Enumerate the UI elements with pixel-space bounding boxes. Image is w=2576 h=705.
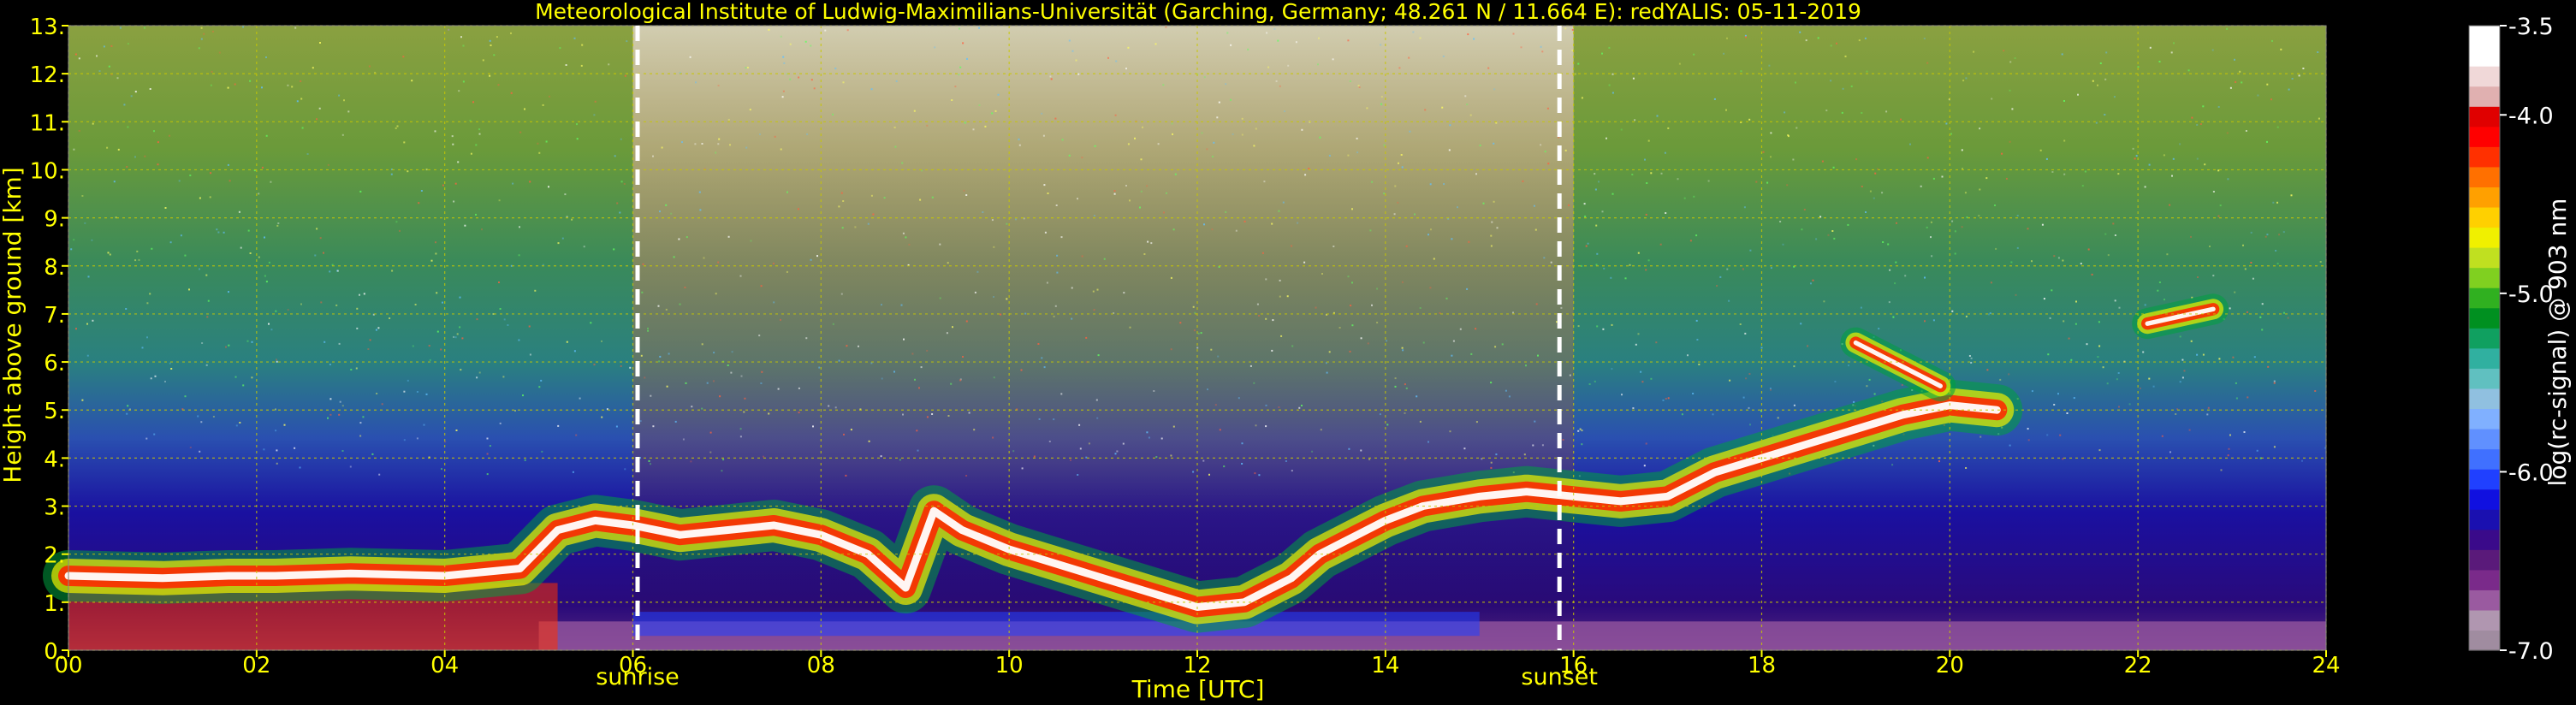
y-tick-label: 4. bbox=[44, 447, 65, 472]
y-tick-label: 10. bbox=[30, 158, 65, 184]
colorbar-segment bbox=[2469, 126, 2500, 147]
x-tick-label: 14 bbox=[1371, 653, 1399, 678]
colorbar-segment bbox=[2469, 549, 2500, 571]
colorbar-segment bbox=[2469, 106, 2500, 127]
cloud-layer-isolated-cloud bbox=[2132, 293, 2229, 340]
y-tick-label: 11. bbox=[30, 110, 65, 136]
colorbar-segment bbox=[2469, 328, 2500, 349]
ground-aerosol-blue bbox=[632, 612, 1480, 637]
y-axis-label: Height above ground [km] bbox=[0, 167, 27, 483]
colorbar-tick-label: -4.0 bbox=[2508, 103, 2554, 129]
x-tick-label: 06 bbox=[619, 653, 647, 678]
colorbar-segment bbox=[2469, 166, 2500, 187]
colorbar-segment bbox=[2469, 146, 2500, 168]
y-tick-label: 6. bbox=[44, 351, 65, 376]
colorbar-segment bbox=[2469, 609, 2500, 631]
y-tick-label: 8. bbox=[44, 255, 65, 281]
colorbar-segment bbox=[2469, 509, 2500, 530]
x-tick-label: 22 bbox=[2124, 653, 2152, 678]
x-tick-label: 24 bbox=[2312, 653, 2340, 678]
colorbar-segment bbox=[2469, 589, 2500, 611]
x-tick-label: 08 bbox=[807, 653, 835, 678]
colorbar-tick-label: -3.5 bbox=[2508, 14, 2554, 40]
y-tick-label: 5. bbox=[44, 399, 65, 424]
x-tick-label: 20 bbox=[1936, 653, 1964, 678]
colorbar-segment bbox=[2469, 388, 2500, 410]
lidar-chart: Meteorological Institute of Ludwig-Maxim… bbox=[0, 0, 2576, 705]
colorbar-segment bbox=[2469, 86, 2500, 107]
colorbar-segment bbox=[2469, 529, 2500, 550]
colorbar-segment bbox=[2469, 307, 2500, 329]
y-tick-label: 0. bbox=[44, 639, 65, 665]
colorbar-segment bbox=[2469, 45, 2500, 67]
x-tick-label: 16 bbox=[1559, 653, 1588, 678]
x-axis-label: Time [UTC] bbox=[1131, 675, 1265, 703]
colorbar-segment bbox=[2469, 408, 2500, 430]
colorbar-segment bbox=[2469, 368, 2500, 389]
colorbar-segment bbox=[2469, 267, 2500, 288]
y-tick-label: 2. bbox=[44, 543, 65, 569]
colorbar-segment bbox=[2469, 206, 2500, 228]
y-tick-label: 7. bbox=[44, 303, 65, 329]
colorbar-tick-label: -7.0 bbox=[2508, 638, 2554, 665]
colorbar-segment bbox=[2469, 247, 2500, 269]
colorbar-segment bbox=[2469, 630, 2500, 651]
colorbar-segment bbox=[2469, 469, 2500, 490]
y-tick-label: 1. bbox=[44, 591, 65, 617]
colorbar-segment bbox=[2469, 287, 2500, 309]
colorbar-segment bbox=[2469, 187, 2500, 208]
y-tick-label: 9. bbox=[44, 207, 65, 233]
colorbar-segment bbox=[2469, 227, 2500, 248]
x-tick-label: 04 bbox=[430, 653, 459, 678]
y-tick-label: 12. bbox=[30, 62, 65, 88]
colorbar-segment bbox=[2469, 347, 2500, 369]
colorbar-label: log(rc-signal) @ 903 nm bbox=[2543, 198, 2572, 487]
x-tick-label: 10 bbox=[995, 653, 1024, 678]
x-tick-label: 02 bbox=[242, 653, 270, 678]
colorbar-segment bbox=[2469, 569, 2500, 590]
chart-title: Meteorological Institute of Ludwig-Maxim… bbox=[535, 0, 1861, 24]
y-tick-label: 3. bbox=[44, 495, 65, 521]
colorbar-segment bbox=[2469, 489, 2500, 510]
x-tick-label: 18 bbox=[1748, 653, 1776, 678]
colorbar-segment bbox=[2469, 428, 2500, 450]
colorbar-segment bbox=[2469, 448, 2500, 470]
colorbar-segment bbox=[2469, 66, 2500, 87]
y-tick-label: 13. bbox=[30, 15, 65, 40]
colorbar-segment bbox=[2469, 26, 2500, 47]
